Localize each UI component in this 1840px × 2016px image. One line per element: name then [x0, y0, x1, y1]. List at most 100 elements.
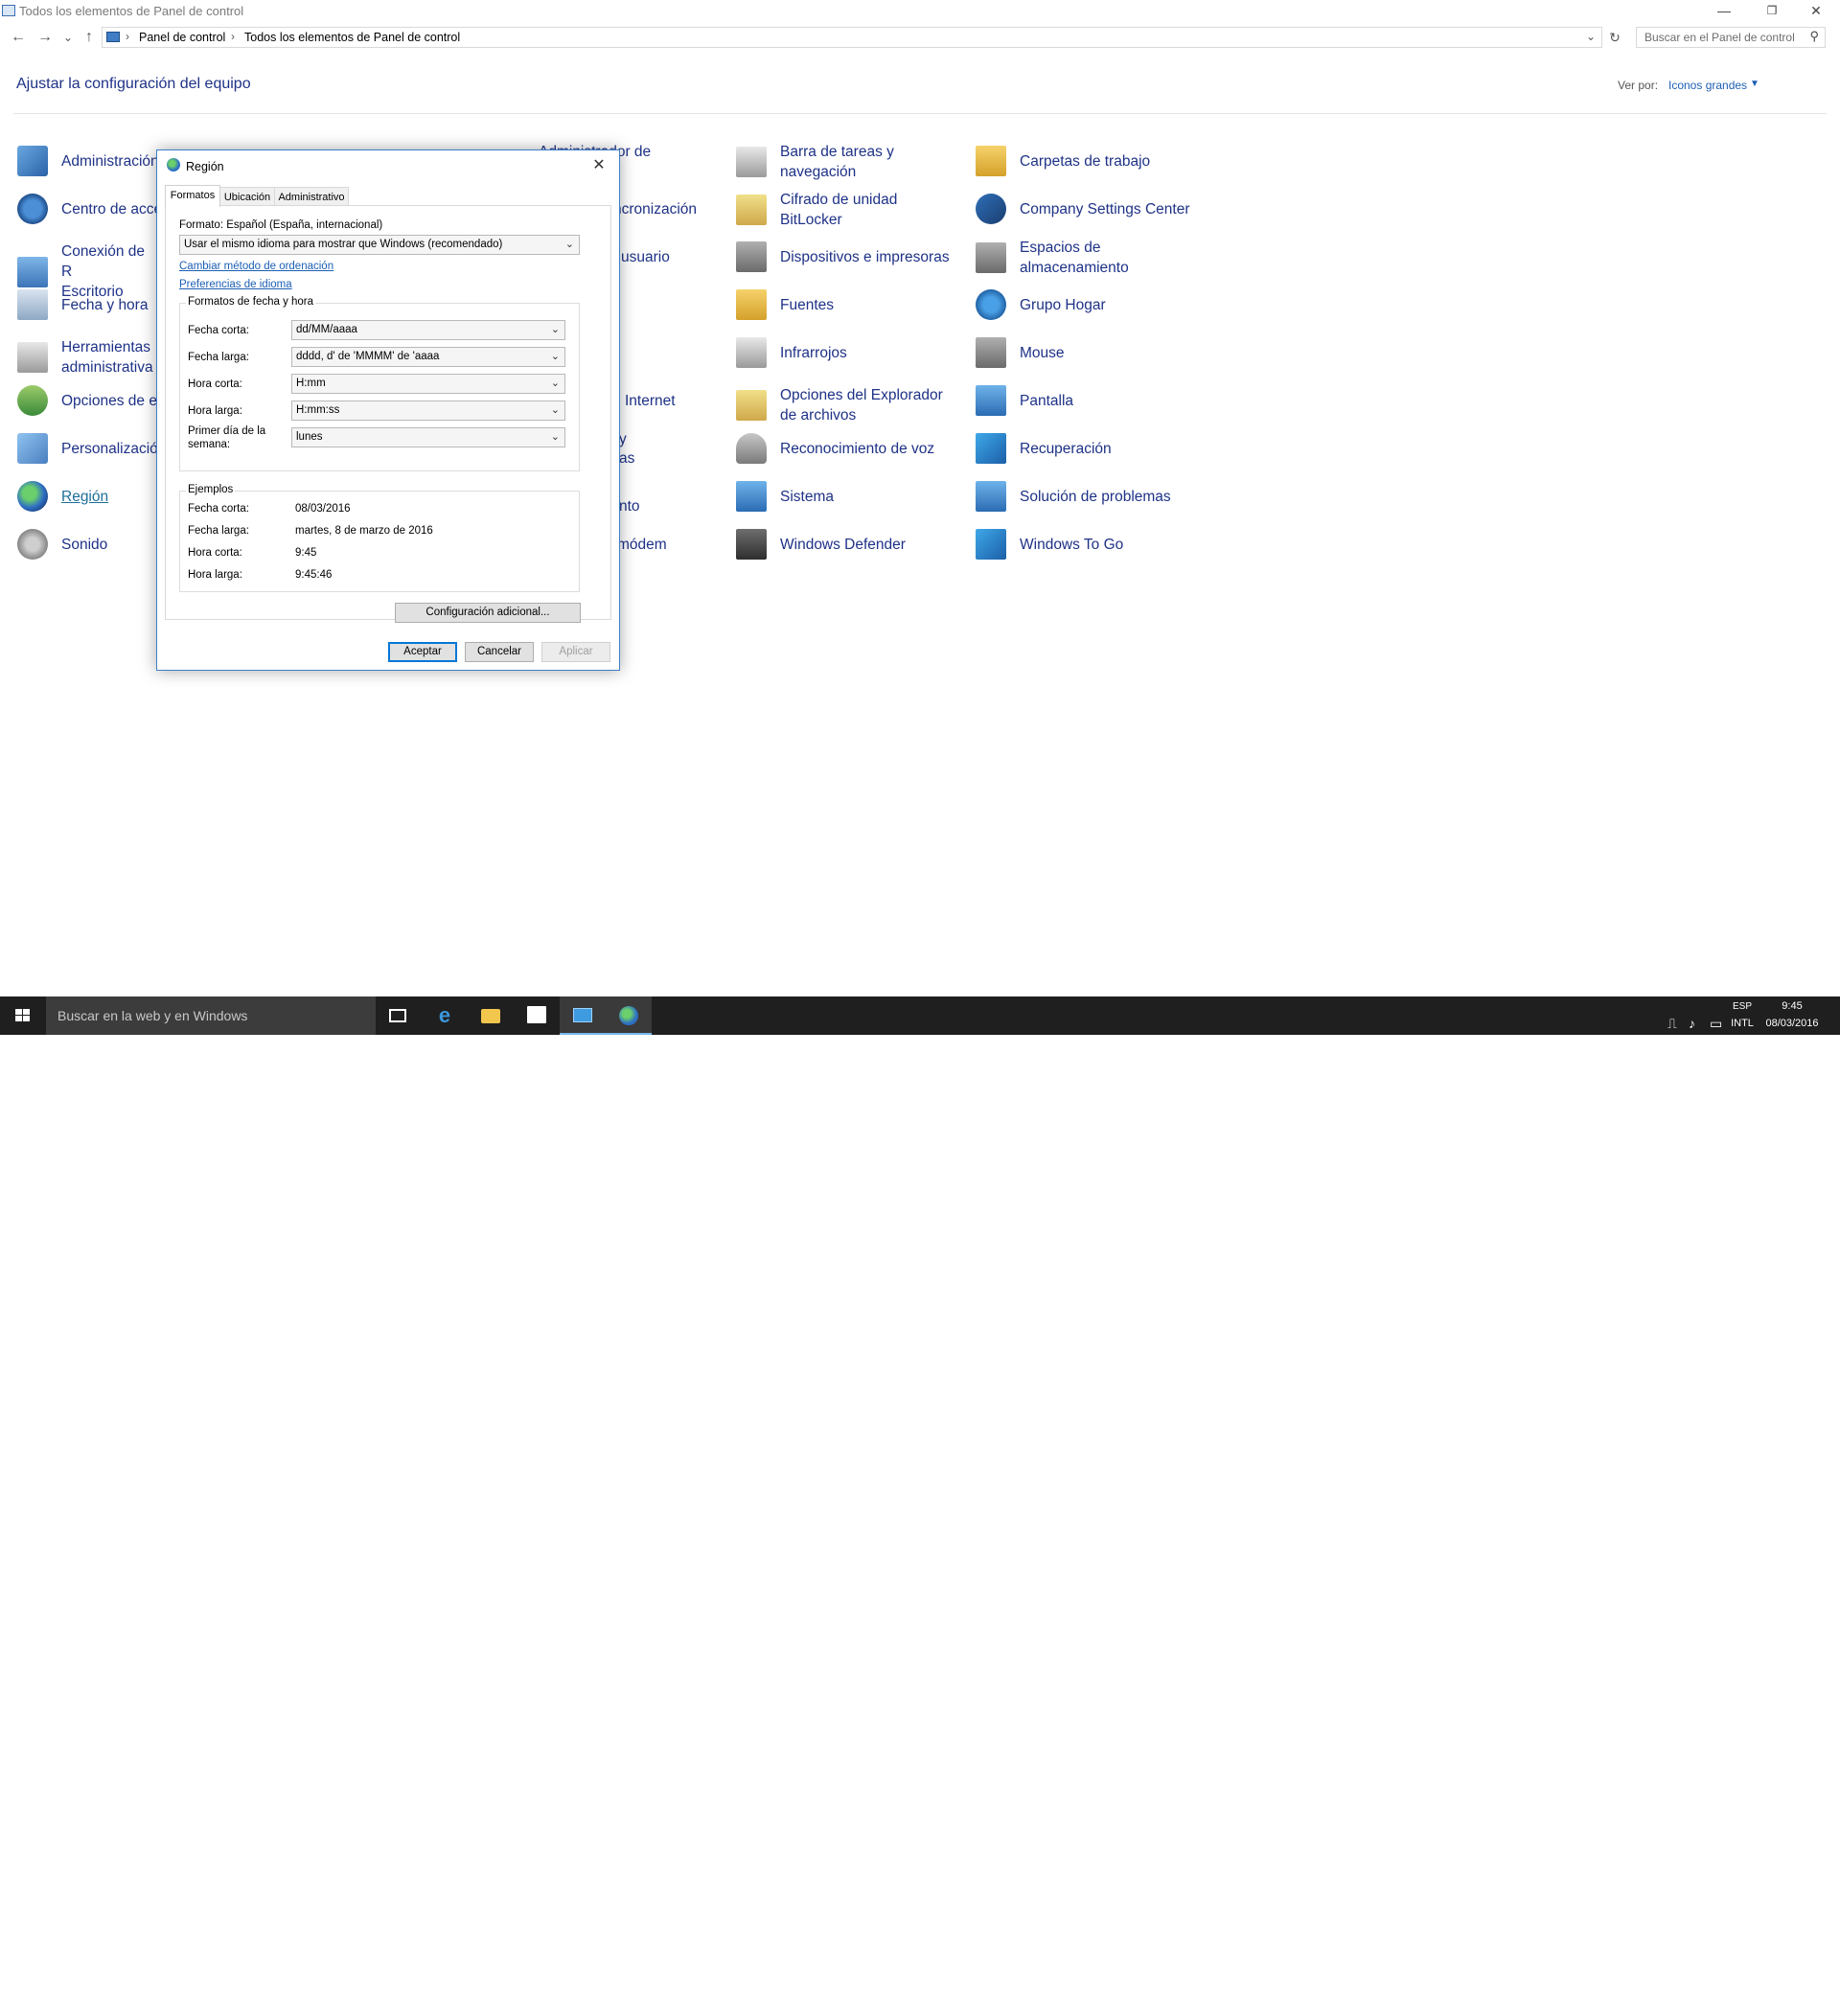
item-windows-to-go[interactable]: Windows To Go: [976, 529, 1211, 560]
restore-button[interactable]: ❐: [1750, 0, 1794, 23]
item-opciones-energia[interactable]: Opciones de er: [17, 385, 157, 416]
item-col2-y[interactable]: y: [619, 429, 657, 449]
control-panel-taskbar-button[interactable]: [560, 997, 606, 1035]
taskbar-search[interactable]: Buscar en la web y en Windows: [46, 997, 376, 1035]
item-col2-nto[interactable]: nto: [619, 496, 677, 516]
item-col2-sincronizacion[interactable]: ncronización: [613, 199, 728, 219]
item-carpetas-trabajo[interactable]: Carpetas de trabajo: [976, 146, 1211, 176]
windows-to-go-icon: [976, 529, 1006, 560]
search-placeholder: Buscar en el Panel de control: [1644, 31, 1795, 44]
volume-icon[interactable]: ♪: [1689, 1016, 1695, 1031]
item-col2-usuario[interactable]: usuario: [621, 247, 736, 267]
item-fecha-hora[interactable]: Fecha y hora: [17, 289, 157, 320]
chevron-down-icon[interactable]: ⌄: [1586, 30, 1596, 43]
item-opciones-explorador[interactable]: Opciones del Explorador de archivos: [736, 385, 972, 425]
item-col2-internet[interactable]: Internet: [625, 391, 740, 411]
long-time-select[interactable]: H:mm:ss ⌄: [291, 401, 565, 421]
up-button[interactable]: ↑: [79, 26, 100, 49]
breadcrumb-all-items[interactable]: Todos los elementos de Panel de control: [244, 31, 460, 44]
item-col2-as[interactable]: as: [619, 448, 657, 469]
store-button[interactable]: [514, 997, 560, 1035]
long-date-select[interactable]: dddd, d' de 'MMMM' de 'aaaa ⌄: [291, 347, 565, 367]
control-panel-icon: [106, 32, 120, 42]
taskbar-icon: [736, 147, 767, 177]
item-mouse[interactable]: Mouse: [976, 337, 1211, 368]
item-recuperacion[interactable]: Recuperación: [976, 433, 1211, 464]
close-window-button[interactable]: ✕: [1794, 0, 1838, 23]
system-icon: [736, 481, 767, 512]
ok-button[interactable]: Aceptar: [388, 642, 457, 662]
task-view-button[interactable]: [376, 997, 422, 1035]
item-bitlocker[interactable]: Cifrado de unidad BitLocker: [736, 190, 972, 230]
item-solucion-problemas[interactable]: Solución de problemas: [976, 481, 1230, 512]
chevron-down-icon: ⌄: [550, 324, 560, 335]
tab-administrativo[interactable]: Administrativo: [274, 187, 349, 206]
edge-icon: e: [438, 1003, 451, 1027]
short-date-select[interactable]: dd/MM/aaaa ⌄: [291, 320, 565, 340]
language-preferences-link[interactable]: Preferencias de idioma: [179, 279, 292, 290]
recovery-icon: [976, 433, 1006, 464]
language-indicator-top[interactable]: ESP: [1731, 1001, 1754, 1012]
item-infrarrojos[interactable]: Infrarrojos: [736, 337, 972, 368]
windows-logo-icon: [15, 1009, 31, 1022]
back-button[interactable]: ←: [8, 26, 29, 49]
network-icon[interactable]: ⎍: [1668, 1016, 1677, 1032]
item-fuentes[interactable]: Fuentes: [736, 289, 972, 320]
chevron-down-icon[interactable]: ▼: [1750, 79, 1760, 89]
page-title: Ajustar la configuración del equipo: [16, 76, 251, 92]
language-indicator-bottom[interactable]: INTL: [1729, 1018, 1756, 1029]
item-espacios-almacenamiento[interactable]: Espacios de almacenamiento: [976, 238, 1211, 278]
edge-button[interactable]: e: [422, 997, 468, 1035]
item-region[interactable]: Región: [17, 481, 157, 512]
item-dispositivos-impresoras[interactable]: Dispositivos e impresoras: [736, 241, 991, 272]
change-sort-link[interactable]: Cambiar método de ordenación: [179, 261, 334, 272]
item-herramientas-administrativas[interactable]: Herramientas administrativa: [17, 337, 157, 378]
tab-formatos[interactable]: Formatos: [165, 185, 220, 207]
item-col2-modem[interactable]: módem: [617, 535, 694, 555]
breadcrumb-control-panel[interactable]: Panel de control: [139, 31, 225, 44]
search-input[interactable]: Buscar en el Panel de control ⚲: [1636, 27, 1826, 48]
item-sonido[interactable]: Sonido: [17, 529, 157, 560]
first-day-select[interactable]: lunes ⌄: [291, 427, 565, 447]
display-icon: [976, 385, 1006, 416]
item-reconocimiento-voz[interactable]: Reconocimiento de voz: [736, 433, 991, 464]
search-icon[interactable]: ⚲: [1809, 29, 1819, 44]
close-icon[interactable]: ✕: [585, 152, 613, 179]
item-personalizacion[interactable]: Personalizació: [17, 433, 157, 464]
format-select[interactable]: Usar el mismo idioma para mostrar que Wi…: [179, 235, 580, 255]
refresh-icon[interactable]: ↻: [1604, 27, 1625, 48]
item-windows-defender[interactable]: Windows Defender: [736, 529, 972, 560]
address-bar[interactable]: › Panel de control › Todos los elementos…: [102, 27, 1602, 48]
minimize-button[interactable]: —: [1702, 0, 1746, 23]
watermark: The Collection Book: [1658, 1997, 1805, 2015]
item-pantalla[interactable]: Pantalla: [976, 385, 1211, 416]
clock-time[interactable]: 9:45: [1763, 1000, 1821, 1012]
file-explorer-button[interactable]: [468, 997, 514, 1035]
start-button[interactable]: [0, 997, 46, 1035]
short-time-select[interactable]: H:mm ⌄: [291, 374, 565, 394]
ease-of-access-icon: [17, 194, 48, 224]
item-grupo-hogar[interactable]: Grupo Hogar: [976, 289, 1211, 320]
item-barra-tareas[interactable]: Barra de tareas y navegación: [736, 142, 972, 182]
notifications-icon[interactable]: ▭: [1710, 1016, 1722, 1032]
apply-button[interactable]: Aplicar: [541, 642, 610, 662]
region-taskbar-button[interactable]: [606, 997, 652, 1035]
dialog-title: Región: [186, 160, 224, 173]
field-label: Hora larga:: [188, 405, 242, 417]
forward-button[interactable]: →: [34, 26, 56, 49]
example-value: 9:45: [295, 547, 317, 559]
view-by-dropdown[interactable]: Iconos grandes: [1668, 79, 1747, 92]
troubleshooting-icon: [976, 481, 1006, 512]
additional-settings-button[interactable]: Configuración adicional...: [395, 603, 581, 623]
recent-locations-button[interactable]: ⌄: [58, 26, 79, 49]
item-sistema[interactable]: Sistema: [736, 481, 972, 512]
cancel-button[interactable]: Cancelar: [465, 642, 534, 662]
clock-date[interactable]: 08/03/2016: [1763, 1018, 1821, 1029]
infrared-icon: [736, 337, 767, 368]
item-company-settings[interactable]: Company Settings Center: [976, 194, 1230, 224]
item-centro-accesibilidad[interactable]: Centro de acce: [17, 194, 157, 224]
tab-ubicacion[interactable]: Ubicación: [219, 187, 275, 206]
folder-icon: [481, 1009, 500, 1023]
item-administracion[interactable]: Administración: [17, 146, 157, 176]
date-time-icon: [17, 289, 48, 320]
